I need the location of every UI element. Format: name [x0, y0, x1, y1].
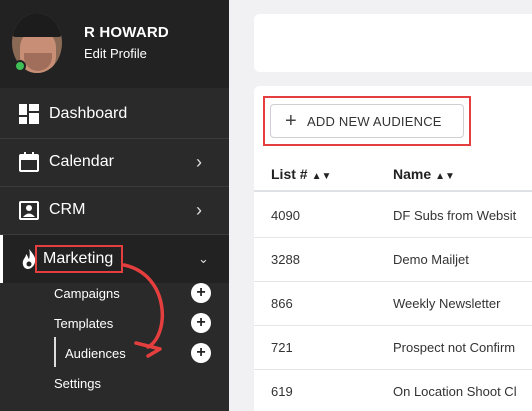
- chevron-right-icon[interactable]: ›: [196, 152, 202, 173]
- table-row[interactable]: 619 On Location Shoot Cl: [254, 370, 532, 411]
- nav-dashboard[interactable]: Dashboard: [0, 90, 229, 138]
- profile-section: R HOWARD Edit Profile: [0, 0, 229, 88]
- sort-icon[interactable]: ▲▼: [312, 171, 332, 182]
- list-id-cell: 721: [271, 340, 293, 355]
- annotation-arrow: [122, 263, 165, 358]
- edit-profile-link[interactable]: Edit Profile: [84, 46, 147, 61]
- add-audience-sidebar-button[interactable]: +: [191, 343, 211, 363]
- chevron-right-icon[interactable]: ›: [196, 200, 202, 221]
- name-cell[interactable]: Demo Mailjet: [393, 252, 469, 267]
- dashboard-icon: [19, 104, 39, 124]
- column-header-name-label: Name: [393, 166, 432, 182]
- nav-crm-label: CRM: [49, 201, 86, 218]
- table-row[interactable]: 721 Prospect not Confirm: [254, 326, 532, 370]
- name-cell[interactable]: Weekly Newsletter: [393, 296, 500, 311]
- calendar-icon: [19, 152, 39, 172]
- crm-icon: [19, 201, 39, 220]
- list-id-cell: 4090: [271, 208, 300, 223]
- table-row[interactable]: 3288 Demo Mailjet: [254, 238, 532, 282]
- add-button-highlight-box: [263, 96, 471, 146]
- sub-active-indicator: [54, 337, 56, 367]
- profile-name: R HOWARD: [84, 24, 169, 41]
- table-row[interactable]: 866 Weekly Newsletter: [254, 282, 532, 326]
- nav-calendar-label: Calendar: [49, 153, 114, 170]
- column-header-list[interactable]: List # ▲▼: [271, 166, 331, 182]
- list-id-cell: 866: [271, 296, 293, 311]
- nav-dashboard-label: Dashboard: [49, 105, 128, 122]
- online-status-icon: [14, 60, 26, 72]
- name-cell[interactable]: On Location Shoot Cl: [393, 384, 517, 399]
- table-row[interactable]: 4090 DF Subs from Websit: [254, 194, 532, 238]
- column-header-list-label: List #: [271, 166, 308, 182]
- name-cell[interactable]: Prospect not Confirm: [393, 340, 515, 355]
- add-campaign-button[interactable]: +: [191, 283, 211, 303]
- nav-calendar[interactable]: Calendar ›: [0, 138, 229, 186]
- table-header-divider: [254, 190, 532, 192]
- add-template-button[interactable]: +: [191, 313, 211, 333]
- nav-crm[interactable]: CRM ›: [0, 186, 229, 234]
- active-indicator: [0, 235, 3, 283]
- top-card: [254, 14, 532, 72]
- list-id-cell: 3288: [271, 252, 300, 267]
- column-header-name[interactable]: Name ▲▼: [393, 166, 455, 182]
- sub-settings[interactable]: Settings: [54, 376, 101, 391]
- name-cell[interactable]: DF Subs from Websit: [393, 208, 516, 223]
- chevron-down-icon[interactable]: ⌄: [198, 251, 209, 267]
- sort-icon[interactable]: ▲▼: [435, 171, 455, 182]
- sidebar: R HOWARD Edit Profile Dashboard Calendar…: [0, 0, 229, 411]
- list-id-cell: 619: [271, 384, 293, 399]
